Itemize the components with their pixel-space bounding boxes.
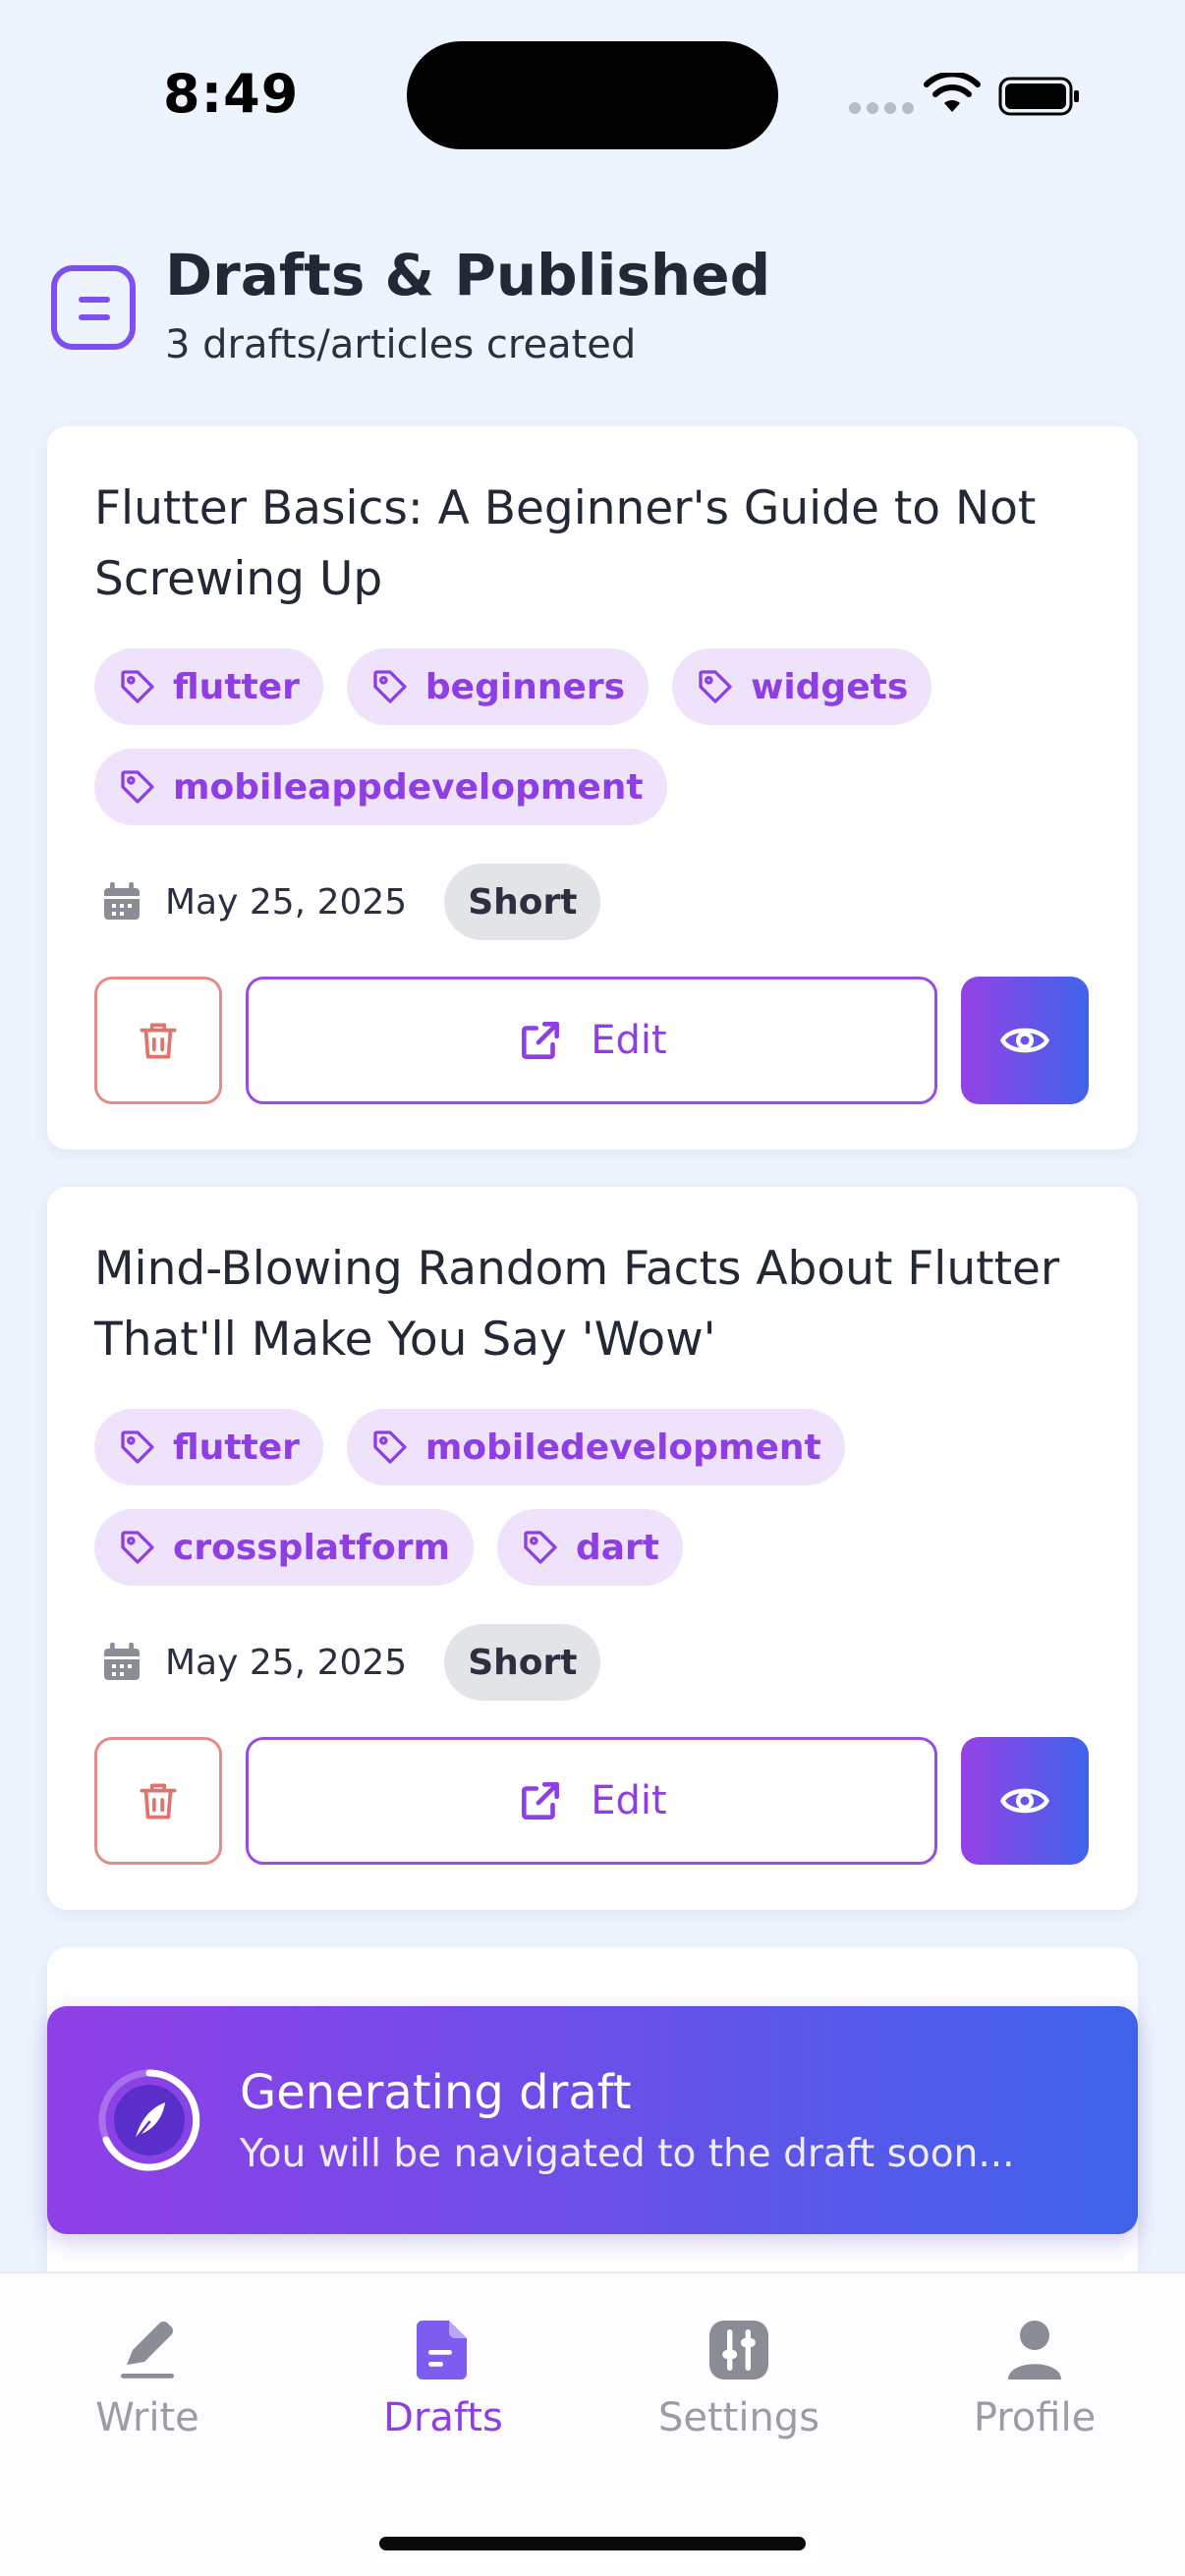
tag-list: flutter mobiledevelopment crossplatform … (94, 1409, 1087, 1586)
delete-button[interactable] (94, 977, 222, 1104)
nav-label: Profile (973, 2395, 1097, 2440)
home-indicator[interactable] (379, 2537, 806, 2550)
toast-message: You will be navigated to the draft soon.… (240, 2132, 1015, 2176)
nav-item-write[interactable]: Write (29, 2315, 265, 2440)
preview-button[interactable] (961, 977, 1089, 1104)
tag-icon (121, 1430, 154, 1464)
tag-chip[interactable]: mobileappdevelopment (94, 749, 667, 825)
tag-icon (121, 670, 154, 703)
page-title: Drafts & Published (165, 242, 771, 308)
nav-label: Write (95, 2395, 199, 2440)
generating-toast: Generating draft You will be navigated t… (47, 2006, 1138, 2234)
cellular-signal-icon (849, 102, 914, 114)
tag-chip[interactable]: flutter (94, 1409, 323, 1485)
calendar-icon (104, 1643, 140, 1680)
tag-chip[interactable]: beginners (346, 648, 649, 725)
tag-chip[interactable]: widgets (672, 648, 932, 725)
article-meta: May 25, 2025 Short (98, 1623, 601, 1702)
article-date: May 25, 2025 (165, 1642, 408, 1683)
tag-icon (699, 670, 732, 703)
eye-icon (999, 1788, 1050, 1814)
notes-icon (51, 265, 136, 350)
trash-icon (140, 1783, 177, 1820)
tag-icon (524, 1531, 557, 1564)
tag-chip[interactable]: dart (496, 1509, 683, 1586)
external-edit-icon (522, 1782, 560, 1820)
edit-label: Edit (591, 1778, 667, 1823)
tag-chip[interactable]: crossplatform (94, 1509, 474, 1586)
edit-label: Edit (591, 1018, 667, 1063)
calendar-icon (104, 882, 140, 920)
delete-button[interactable] (94, 1737, 222, 1865)
tag-label: beginners (424, 666, 626, 707)
tag-chip[interactable]: flutter (94, 648, 323, 725)
user-icon (1008, 2321, 1061, 2380)
preview-button[interactable] (961, 1737, 1089, 1865)
tag-label: flutter (173, 666, 300, 707)
status-time: 8:49 (163, 63, 300, 125)
trash-icon (140, 1023, 177, 1059)
toast-title: Generating draft (240, 2065, 632, 2120)
sliders-icon (709, 2321, 768, 2380)
article-card[interactable]: Flutter Basics: A Beginner's Guide to No… (47, 426, 1138, 1149)
article-title: Flutter Basics: A Beginner's Guide to No… (94, 481, 1037, 606)
tag-icon (121, 1531, 154, 1564)
article-date: May 25, 2025 (165, 881, 408, 923)
article-meta: May 25, 2025 Short (98, 863, 601, 941)
length-badge: Short (444, 1624, 601, 1701)
bottom-nav: Write Drafts Settings Profile (0, 2271, 1185, 2576)
tag-icon (121, 770, 154, 804)
edit-button[interactable]: Edit (246, 977, 937, 1104)
nav-item-drafts[interactable]: Drafts (325, 2315, 561, 2440)
pen-icon (121, 2321, 174, 2379)
tag-chip[interactable]: mobiledevelopment (346, 1409, 845, 1485)
tag-label: dart (575, 1527, 659, 1568)
tag-label: flutter (173, 1427, 300, 1468)
edit-button[interactable]: Edit (246, 1737, 937, 1865)
card-actions: Edit (94, 977, 1089, 1104)
wifi-icon (924, 73, 981, 112)
tag-icon (373, 1430, 407, 1464)
battery-icon (998, 77, 1079, 116)
drafts-screen: 8:49 Drafts & Published 3 drafts/article… (0, 0, 1185, 2576)
dynamic-island (407, 41, 778, 149)
tag-label: mobiledevelopment (424, 1427, 821, 1468)
page-header: Drafts & Published 3 drafts/articles cre… (51, 236, 1132, 373)
tag-label: widgets (751, 666, 909, 707)
tag-icon (373, 670, 407, 703)
nav-item-profile[interactable]: Profile (917, 2315, 1153, 2440)
feather-icon (98, 2069, 200, 2171)
tag-list: flutter beginners widgets mobileappdevel… (94, 648, 1087, 825)
document-icon (417, 2321, 467, 2380)
status-bar: 8:49 (0, 0, 1185, 187)
article-card[interactable]: Mind-Blowing Random Facts About Flutter … (47, 1187, 1138, 1910)
nav-label: Settings (657, 2395, 820, 2440)
eye-icon (999, 1028, 1050, 1053)
external-edit-icon (522, 1022, 560, 1059)
card-actions: Edit (94, 1737, 1089, 1865)
nav-item-settings[interactable]: Settings (621, 2315, 857, 2440)
page-subtitle: 3 drafts/articles created (165, 322, 637, 367)
length-badge: Short (444, 864, 601, 940)
tag-label: mobileappdevelopment (173, 766, 644, 808)
tag-label: crossplatform (173, 1527, 450, 1568)
nav-label: Drafts (383, 2395, 503, 2440)
article-title: Mind-Blowing Random Facts About Flutter … (94, 1242, 1060, 1367)
